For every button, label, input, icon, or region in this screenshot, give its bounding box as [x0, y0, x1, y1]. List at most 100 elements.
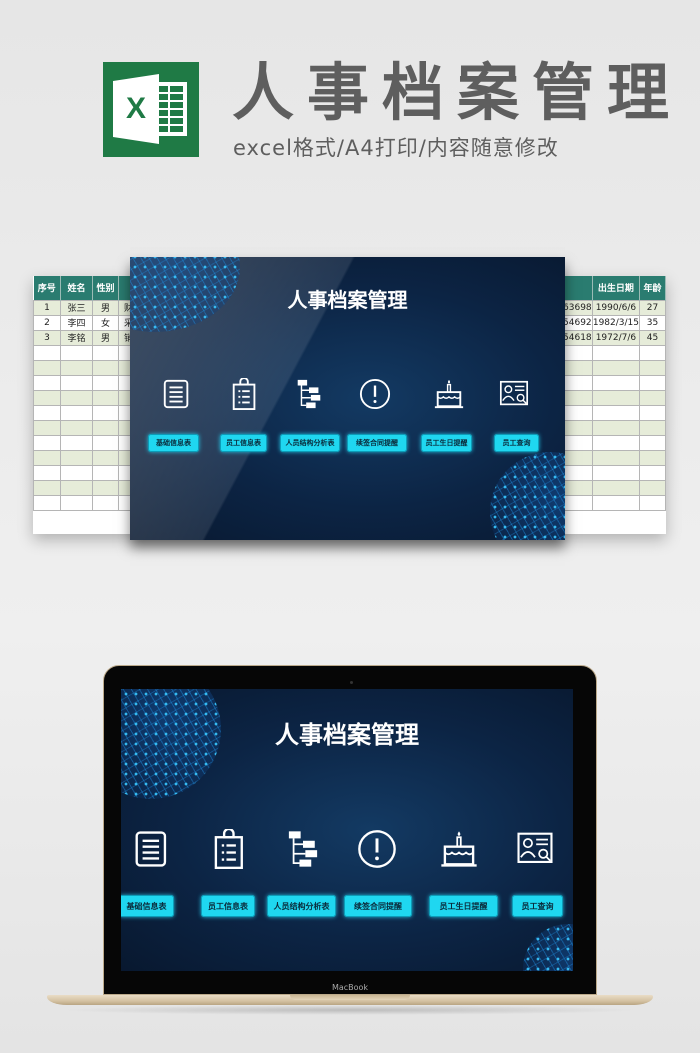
left-cell[interactable]: [60, 344, 93, 361]
left-cell[interactable]: [33, 389, 61, 406]
right-cell[interactable]: [561, 404, 593, 421]
left-cell[interactable]: 2: [33, 314, 61, 331]
dashboard-icon-3[interactable]: [357, 829, 397, 869]
left-cell[interactable]: [60, 404, 93, 421]
left-cell[interactable]: [33, 374, 61, 391]
nav-button-3[interactable]: 续签合同提醒: [347, 434, 407, 452]
right-cell[interactable]: [591, 389, 641, 406]
left-cell[interactable]: 张三: [60, 299, 93, 316]
right-cell[interactable]: [561, 464, 593, 481]
left-cell[interactable]: 男: [92, 329, 119, 346]
left-cell[interactable]: [60, 464, 93, 481]
right-cell[interactable]: [561, 374, 593, 391]
right-cell[interactable]: [591, 359, 641, 376]
right-cell[interactable]: [639, 419, 666, 436]
left-cell[interactable]: [33, 434, 61, 451]
nav-button-2[interactable]: 人员结构分析表: [280, 434, 340, 452]
left-cell[interactable]: 男: [92, 299, 119, 316]
right-cell[interactable]: [639, 434, 666, 451]
right-cell[interactable]: [591, 404, 641, 421]
right-cell[interactable]: [591, 494, 641, 511]
right-cell[interactable]: 45: [639, 329, 666, 346]
right-cell[interactable]: [561, 419, 593, 436]
dashboard-icon-3[interactable]: [359, 378, 391, 410]
left-cell[interactable]: [92, 434, 119, 451]
right-cell[interactable]: [591, 434, 641, 451]
right-cell[interactable]: [561, 344, 593, 361]
left-cell[interactable]: [92, 404, 119, 421]
right-cell[interactable]: [561, 359, 593, 376]
nav-button-4[interactable]: 员工生日提醒: [429, 895, 498, 917]
left-cell[interactable]: [60, 479, 93, 496]
nav-button-0[interactable]: 基础信息表: [121, 895, 174, 917]
left-cell[interactable]: [60, 359, 93, 376]
left-cell[interactable]: [60, 389, 93, 406]
right-cell[interactable]: 1972/7/6: [591, 329, 641, 346]
right-cell[interactable]: 1982/3/15: [591, 314, 641, 331]
right-cell[interactable]: [639, 404, 666, 421]
left-cell[interactable]: 1: [33, 299, 61, 316]
nav-button-2[interactable]: 人员结构分析表: [267, 895, 336, 917]
right-cell[interactable]: [561, 449, 593, 466]
right-cell[interactable]: [591, 464, 641, 481]
right-cell[interactable]: [561, 494, 593, 511]
right-cell[interactable]: [639, 494, 666, 511]
left-cell[interactable]: [92, 389, 119, 406]
left-cell[interactable]: [33, 449, 61, 466]
left-cell[interactable]: [33, 479, 61, 496]
right-cell[interactable]: [591, 419, 641, 436]
right-cell[interactable]: [639, 359, 666, 376]
right-cell[interactable]: [639, 479, 666, 496]
dashboard-icon-2[interactable]: [283, 829, 323, 869]
dashboard-icon-2[interactable]: [293, 378, 325, 410]
dashboard-icon-0[interactable]: [161, 378, 193, 410]
left-cell[interactable]: [92, 344, 119, 361]
right-cell[interactable]: [561, 389, 593, 406]
left-cell[interactable]: [33, 464, 61, 481]
left-cell[interactable]: [33, 359, 61, 376]
left-cell[interactable]: 李铭: [60, 329, 93, 346]
right-cell[interactable]: 27: [639, 299, 666, 316]
nav-button-5[interactable]: 员工查询: [512, 895, 563, 917]
left-cell[interactable]: [92, 449, 119, 466]
nav-button-1[interactable]: 员工信息表: [220, 434, 267, 452]
left-cell[interactable]: [92, 494, 119, 511]
left-cell[interactable]: [33, 404, 61, 421]
nav-button-4[interactable]: 员工生日提醒: [421, 434, 472, 452]
left-cell[interactable]: [60, 434, 93, 451]
right-cell[interactable]: 54618: [561, 329, 593, 346]
left-cell[interactable]: 3: [33, 329, 61, 346]
dashboard-icon-5[interactable]: [498, 378, 530, 410]
right-cell[interactable]: [591, 479, 641, 496]
right-cell[interactable]: [561, 434, 593, 451]
dashboard-icon-0[interactable]: [132, 829, 172, 869]
right-cell[interactable]: 54692: [561, 314, 593, 331]
right-cell[interactable]: [591, 344, 641, 361]
left-cell[interactable]: [92, 479, 119, 496]
left-cell[interactable]: [60, 494, 93, 511]
right-cell[interactable]: 35: [639, 314, 666, 331]
left-cell[interactable]: [60, 374, 93, 391]
nav-button-3[interactable]: 续签合同提醒: [344, 895, 412, 917]
left-cell[interactable]: 女: [92, 314, 119, 331]
right-cell[interactable]: [639, 464, 666, 481]
dashboard-icon-4[interactable]: [439, 829, 479, 869]
dashboard-icon-5[interactable]: [515, 829, 555, 869]
dashboard-icon-1[interactable]: [229, 378, 261, 410]
right-cell[interactable]: [561, 479, 593, 496]
left-cell[interactable]: [60, 419, 93, 436]
left-cell[interactable]: [92, 359, 119, 376]
right-cell[interactable]: [639, 374, 666, 391]
dashboard-icon-4[interactable]: [433, 378, 465, 410]
right-cell[interactable]: [639, 389, 666, 406]
left-cell[interactable]: 李四: [60, 314, 93, 331]
dashboard-icon-1[interactable]: [210, 829, 250, 869]
nav-button-0[interactable]: 基础信息表: [148, 434, 199, 452]
right-cell[interactable]: [639, 449, 666, 466]
left-cell[interactable]: [33, 419, 61, 436]
left-cell[interactable]: [92, 464, 119, 481]
left-cell[interactable]: [92, 419, 119, 436]
nav-button-1[interactable]: 员工信息表: [201, 895, 255, 917]
right-cell[interactable]: 1990/6/6: [591, 299, 641, 316]
left-cell[interactable]: [33, 344, 61, 361]
